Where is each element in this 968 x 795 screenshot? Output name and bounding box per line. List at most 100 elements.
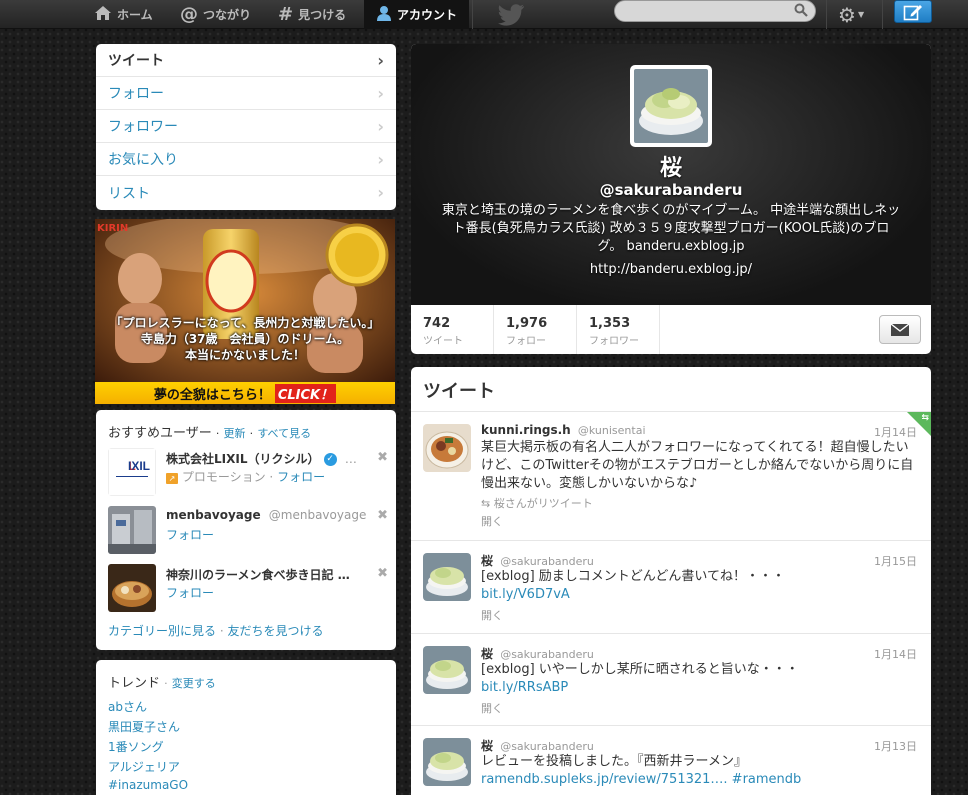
timeline-title: ツイート <box>423 381 495 402</box>
ramen-bowl-image <box>634 69 708 143</box>
tweet-author-handle[interactable]: @sakurabanderu <box>500 648 594 661</box>
avatar[interactable] <box>423 553 471 601</box>
tweet-date[interactable]: 1月13日 <box>874 738 917 754</box>
recommended-user[interactable]: 神奈川のラーメン食べ歩き日記 … フォロー ✖ <box>108 564 388 614</box>
tweet-item[interactable]: 桜 @sakurabanderu 1月13日 レビューを投稿しました。『西新井ラ… <box>411 726 931 795</box>
sidebar-item-favorites[interactable]: お気に入り › <box>96 143 396 176</box>
trends-header: トレンド · 変更する <box>108 672 216 691</box>
user-name[interactable]: menbavoyage @menbavoyage <box>166 508 366 522</box>
change-trends-link[interactable]: 変更する <box>172 677 216 690</box>
tweet-item[interactable]: ⇆ kunni.rings.h @kunisentai 1月14日 某巨大掲示板… <box>411 412 931 541</box>
browse-categories-link[interactable]: カテゴリー別に見る <box>108 624 216 638</box>
follow-link[interactable]: フォロー <box>277 470 325 484</box>
settings-menu[interactable]: ⚙ ▼ <box>838 0 864 29</box>
expand-tweet-link[interactable]: 開く <box>481 607 503 623</box>
recommended-user[interactable]: menbavoyage @menbavoyage フォロー ✖ <box>108 506 388 556</box>
user-name[interactable]: 神奈川のラーメン食べ歩き日記 … <box>166 566 350 583</box>
compose-tweet-button[interactable] <box>894 0 932 23</box>
find-friends-link[interactable]: 友だちを見つける <box>228 624 324 638</box>
tweet-date[interactable]: 1月15日 <box>874 553 917 569</box>
tweet-author-name[interactable]: 桜 <box>481 739 493 753</box>
tweet-text-line: [exblog] いやーしかし某所に晒されると旨いな・・・ <box>481 662 799 677</box>
compose-icon <box>903 4 922 20</box>
ad-caption-line: 寺島力（37歳 会社員）のドリーム。 <box>140 332 350 346</box>
nav-home[interactable]: ホーム <box>94 0 153 29</box>
nav-home-label: ホーム <box>117 8 153 22</box>
tweet-hashtag[interactable]: #ramendb <box>732 772 802 787</box>
recommended-users-panel: おすすめユーザー · 更新 · すべて見る L IXIL 株式会社LIXIL（リ… <box>96 410 396 650</box>
sidebar-item-following[interactable]: フォロー › <box>96 77 396 110</box>
tweet-link[interactable]: bit.ly/V6D7vA <box>481 587 570 602</box>
expand-tweet-link[interactable]: 開く <box>481 700 503 716</box>
nav-connect[interactable]: @ つながり <box>180 0 251 29</box>
separator: · <box>249 427 254 440</box>
trend-item[interactable]: abさん <box>108 698 147 715</box>
ad-click-button[interactable]: CLICK！ <box>274 383 337 403</box>
top-navigation-bar: ホーム @ つながり # 見つける アカウント ⚙ ▼ <box>0 0 968 29</box>
close-icon[interactable]: ✖ <box>377 566 388 581</box>
avatar[interactable] <box>423 646 471 694</box>
profile-stats: 742 ツイート 1,976 フォロー 1,353 フォロワー <box>411 305 931 354</box>
tweet-date[interactable]: 1月14日 <box>874 646 917 662</box>
trend-item[interactable]: 1番ソング <box>108 738 164 755</box>
nav-connect-label: つながり <box>203 8 252 22</box>
tweet-header: 桜 @sakurabanderu <box>481 737 594 754</box>
close-icon[interactable]: ✖ <box>377 508 388 523</box>
tweet-author-name[interactable]: 桜 <box>481 554 493 568</box>
retweeted-by: ⇆ 桜さんがリツイート <box>481 495 593 511</box>
tweet-header: 桜 @sakurabanderu <box>481 552 594 569</box>
search-input[interactable] <box>614 0 816 22</box>
profile-nav-panel: ツイート › フォロー › フォロワー › お気に入り › リスト › <box>96 44 396 210</box>
tweet-link[interactable]: bit.ly/RRsABP <box>481 680 568 695</box>
follow-link[interactable]: フォロー <box>166 586 214 600</box>
tweet-date[interactable]: 1月14日 <box>874 424 917 440</box>
refresh-link[interactable]: 更新 <box>224 427 246 440</box>
search-icon[interactable] <box>794 3 808 17</box>
profile-url[interactable]: http://banderu.exblog.jp/ <box>411 262 931 277</box>
recommended-users-footer: カテゴリー別に見る · 友だちを見つける <box>108 622 324 639</box>
expand-tweet-link[interactable]: 開く <box>481 513 503 529</box>
nav-discover[interactable]: # 見つける <box>278 0 346 29</box>
tweet-author-handle[interactable]: @sakurabanderu <box>500 740 594 753</box>
nav-account[interactable]: アカウント <box>364 0 470 29</box>
tweet-item[interactable]: 桜 @sakurabanderu 1月14日 [exblog] いやーしかし某所… <box>411 634 931 726</box>
avatar[interactable] <box>108 564 156 612</box>
retweet-icon: ⇆ <box>921 413 929 423</box>
close-icon[interactable]: ✖ <box>377 450 388 465</box>
avatar[interactable] <box>108 506 156 554</box>
twitter-bird-icon[interactable] <box>498 2 526 26</box>
direct-message-button[interactable] <box>879 315 921 344</box>
user-name[interactable]: 株式会社LIXIL（リクシル） ✓ … <box>166 450 357 467</box>
follow-link[interactable]: フォロー <box>166 528 214 542</box>
profile-header: 桜 @sakurabanderu 東京と埼玉の境のラーメンを食べ歩くのがマイブー… <box>411 44 931 305</box>
sidebar-item-tweets[interactable]: ツイート › <box>96 44 396 77</box>
tweet-author-name[interactable]: 桜 <box>481 647 493 661</box>
divider <box>882 0 883 29</box>
tweet-item[interactable]: 桜 @sakurabanderu 1月15日 [exblog] 励ましコメントど… <box>411 541 931 634</box>
trend-item[interactable]: #inazumaGO <box>108 778 188 792</box>
tweet-author-handle[interactable]: @kunisentai <box>578 424 646 437</box>
trend-item[interactable]: 黒田夏子さん <box>108 718 180 735</box>
avatar[interactable]: L IXIL <box>108 448 156 496</box>
stat-following[interactable]: 1,976 フォロー <box>494 305 577 354</box>
stat-number: 742 <box>423 316 451 331</box>
stat-followers[interactable]: 1,353 フォロワー <box>577 305 660 354</box>
sidebar-item-followers[interactable]: フォロワー › <box>96 110 396 143</box>
sidebar-item-lists[interactable]: リスト › <box>96 176 396 209</box>
advertisement-banner[interactable]: KIRIN 「プロレスラーになって、長州力と対戦したい。」 寺島力（37歳 会社… <box>95 219 395 404</box>
trends-panel: トレンド · 変更する abさん 黒田夏子さん 1番ソング アルジェリア #in… <box>96 660 396 795</box>
tweet-author-handle[interactable]: @sakurabanderu <box>500 555 594 568</box>
ad-cta-bar[interactable]: 夢の全貌はこちら！ CLICK！ <box>95 382 395 404</box>
see-all-link[interactable]: すべて見る <box>257 427 311 440</box>
profile-avatar[interactable] <box>630 65 712 147</box>
tweet-author-name[interactable]: kunni.rings.h <box>481 423 571 437</box>
recommended-users-title: おすすめユーザー <box>108 426 212 441</box>
avatar[interactable] <box>423 738 471 786</box>
trend-item[interactable]: アルジェリア <box>108 758 180 775</box>
stat-tweets[interactable]: 742 ツイート <box>411 305 494 354</box>
retweet-icon: ⇆ <box>481 497 491 510</box>
recommended-user[interactable]: L IXIL 株式会社LIXIL（リクシル） ✓ … ↗ プロモーション · フ… <box>108 448 388 498</box>
tweet-link[interactable]: ramendb.supleks.jp/review/751321…. <box>481 772 728 787</box>
profile-card: 桜 @sakurabanderu 東京と埼玉の境のラーメンを食べ歩くのがマイブー… <box>411 44 931 354</box>
avatar[interactable] <box>423 424 471 472</box>
